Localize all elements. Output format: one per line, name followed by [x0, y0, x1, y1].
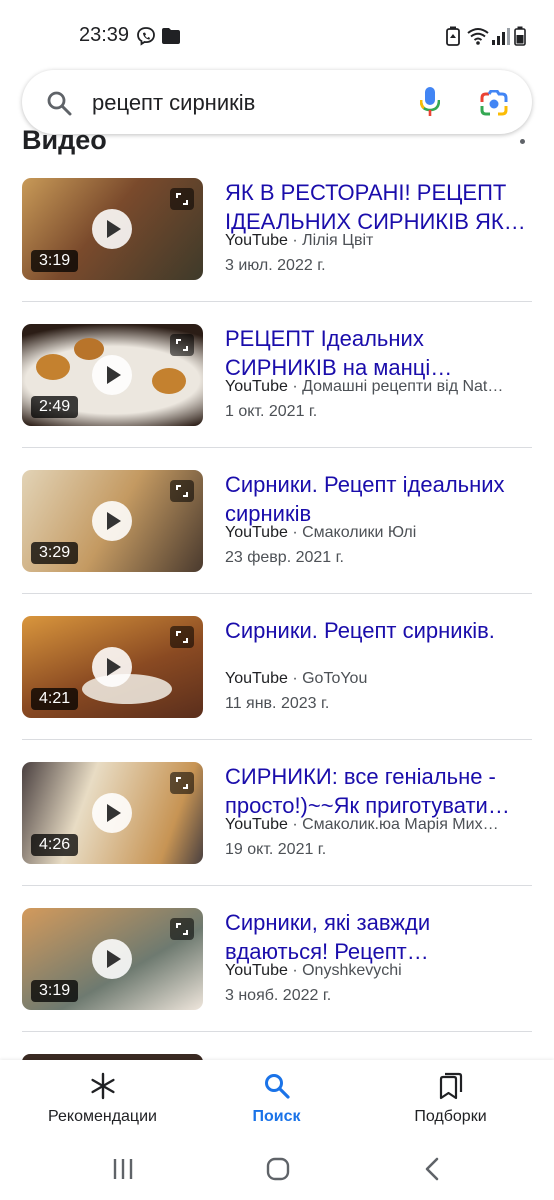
back-icon[interactable]	[424, 1157, 440, 1186]
search-icon[interactable]	[46, 90, 72, 121]
video-date: 1 окт. 2021 г.	[225, 403, 318, 420]
video-source: YouTube	[225, 232, 288, 249]
video-result[interactable]: 4:21 Сирники. Рецепт сирників. YouTube ·…	[0, 594, 554, 740]
wifi-icon	[466, 27, 490, 50]
battery-icon	[514, 26, 526, 51]
video-channel: Смаколик.юа Марія Мих…	[302, 816, 499, 833]
video-channel: Onyshkevychi	[302, 962, 402, 979]
video-date: 23 февр. 2021 г.	[225, 549, 344, 566]
video-thumbnail[interactable]: 3:19	[22, 908, 203, 1010]
video-title[interactable]: СИРНИКИ: все геніальне - просто!)~~Як пр…	[225, 762, 535, 820]
video-source: YouTube	[225, 962, 288, 979]
video-duration: 3:19	[31, 980, 79, 1002]
status-bar: 23:39	[0, 0, 554, 70]
video-result[interactable]: 4:26 СИРНИКИ: все геніальне - просто!)~~…	[0, 740, 554, 886]
nav-recommendations[interactable]: Рекомендации	[10, 1060, 195, 1138]
video-title[interactable]: Сирники, які завжди вдаються! Рецепт…	[225, 908, 535, 966]
expand-icon[interactable]	[170, 188, 194, 210]
expand-icon[interactable]	[170, 480, 194, 502]
video-channel: Домашні рецепти від Nat…	[302, 378, 504, 395]
battery-saver-icon	[446, 26, 460, 51]
google-lens-icon[interactable]	[480, 89, 508, 121]
nav-label: Поиск	[252, 1108, 301, 1125]
video-duration: 4:26	[31, 834, 79, 856]
video-channel: GoToYou	[302, 670, 368, 687]
video-thumbnail[interactable]: 3:19	[22, 178, 203, 280]
video-meta: YouTube · Смаколик.юа Марія Мих…	[225, 816, 499, 833]
video-date: 19 окт. 2021 г.	[225, 841, 327, 858]
video-duration: 3:29	[31, 542, 79, 564]
nav-label: Подборки	[414, 1108, 487, 1125]
video-thumbnail[interactable]: 2:49	[22, 324, 203, 426]
expand-icon[interactable]	[170, 334, 194, 356]
viber-icon	[136, 26, 156, 51]
play-icon[interactable]	[92, 939, 132, 979]
video-meta: YouTube · GoToYou	[225, 670, 368, 687]
video-result[interactable]: 3:29 Сирники. Рецепт ідеальних сирників …	[0, 448, 554, 594]
video-date: 11 янв. 2023 г.	[225, 695, 330, 712]
play-icon[interactable]	[92, 501, 132, 541]
nav-label: Рекомендации	[48, 1108, 157, 1125]
video-source: YouTube	[225, 378, 288, 395]
video-duration: 3:19	[31, 250, 79, 272]
divider	[22, 1031, 532, 1032]
home-icon[interactable]	[266, 1157, 290, 1186]
expand-icon[interactable]	[170, 918, 194, 940]
video-title[interactable]: Сирники. Рецепт ідеальних сирників	[225, 470, 535, 528]
video-meta: YouTube · Onyshkevychi	[225, 962, 402, 979]
system-navigation-bar	[0, 1138, 554, 1200]
video-channel: Лілія Цвіт	[302, 232, 374, 249]
video-thumbnail[interactable]: 4:21	[22, 616, 203, 718]
video-duration: 4:21	[31, 688, 79, 710]
video-thumbnail[interactable]: 4:26	[22, 762, 203, 864]
video-date: 3 нояб. 2022 г.	[225, 987, 332, 1004]
microphone-icon[interactable]	[419, 86, 441, 123]
bottom-navigation: Рекомендации Поиск Подборки	[0, 1060, 554, 1138]
recent-apps-icon[interactable]	[112, 1158, 134, 1185]
more-options-icon[interactable]	[520, 139, 525, 144]
nav-search[interactable]: Поиск	[184, 1060, 369, 1138]
video-title[interactable]: РЕЦЕПТ Ідеальних СИРНИКІВ на манці…	[225, 324, 535, 382]
video-result[interactable]: 3:19 Сирники, які завжди вдаються! Рецеп…	[0, 886, 554, 1032]
video-date: 3 июл. 2022 г.	[225, 257, 326, 274]
video-thumbnail[interactable]: 3:29	[22, 470, 203, 572]
video-channel: Смаколики Юлі	[302, 524, 417, 541]
nav-collections[interactable]: Подборки	[358, 1060, 543, 1138]
play-icon[interactable]	[92, 793, 132, 833]
play-icon[interactable]	[92, 355, 132, 395]
video-result[interactable]: 3:19 ЯК В РЕСТОРАНІ! РЕЦЕПТ ІДЕАЛЬНИХ СИ…	[0, 156, 554, 302]
video-source: YouTube	[225, 670, 288, 687]
video-duration: 2:49	[31, 396, 79, 418]
play-icon[interactable]	[92, 647, 132, 687]
asterisk-icon	[89, 1072, 117, 1105]
video-source: YouTube	[225, 524, 288, 541]
video-title[interactable]: ЯК В РЕСТОРАНІ! РЕЦЕПТ ІДЕАЛЬНИХ СИРНИКІ…	[225, 178, 535, 236]
search-icon	[263, 1072, 291, 1105]
play-icon[interactable]	[92, 209, 132, 249]
video-meta: YouTube · Смаколики Юлі	[225, 524, 417, 541]
folder-icon	[162, 28, 180, 49]
video-meta: YouTube · Домашні рецепти від Nat…	[225, 378, 504, 395]
video-meta: YouTube · Лілія Цвіт	[225, 232, 374, 249]
collections-icon	[438, 1072, 464, 1105]
status-time: 23:39	[79, 24, 130, 46]
video-result[interactable]: 2:49 РЕЦЕПТ Ідеальних СИРНИКІВ на манці……	[0, 302, 554, 448]
search-input[interactable]: рецепт сирників	[92, 90, 255, 116]
section-title: Видео	[22, 125, 107, 155]
video-source: YouTube	[225, 816, 288, 833]
expand-icon[interactable]	[170, 626, 194, 648]
signal-icon	[492, 27, 510, 50]
video-title[interactable]: Сирники. Рецепт сирників.	[225, 616, 535, 645]
expand-icon[interactable]	[170, 772, 194, 794]
